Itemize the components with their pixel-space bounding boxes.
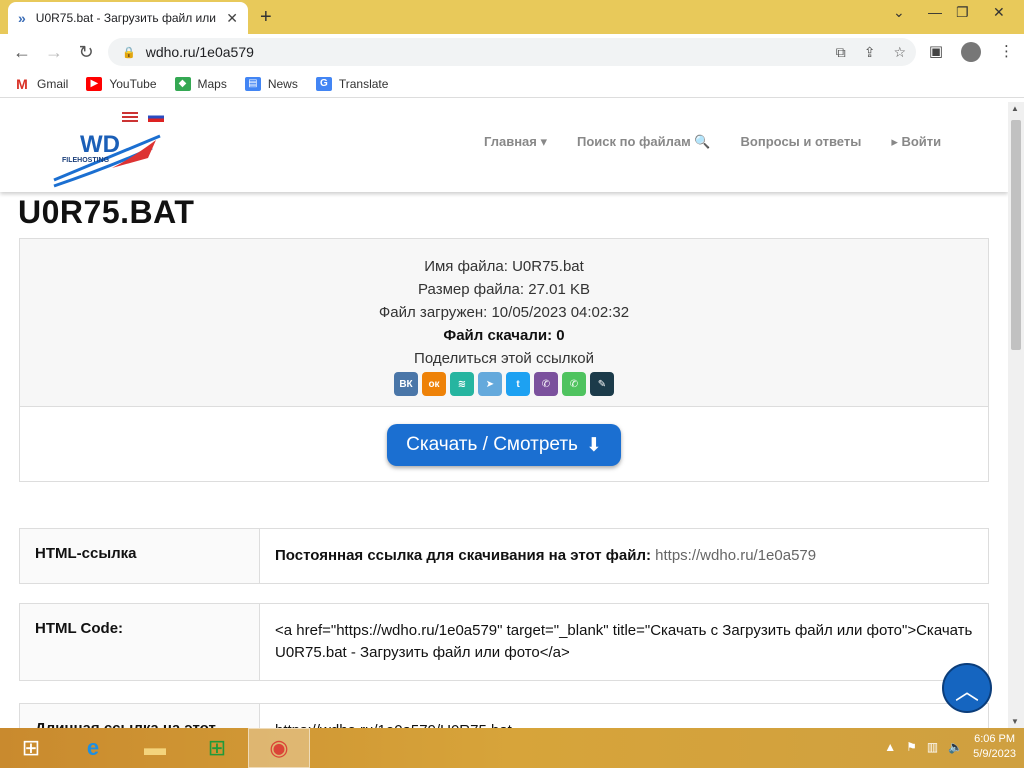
file-name-value: U0R75.bat [512,258,584,275]
bookmark-translate[interactable]: G Translate [315,76,388,91]
url-text: wdho.ru/1e0a579 [145,44,254,60]
profile-avatar[interactable] [961,42,981,62]
whatsapp-share-icon[interactable]: ✆ [562,372,586,396]
long-link-row: Длинная ссылка на этот https://wdho.ru/1… [19,703,989,728]
bookmark-news[interactable]: ▤ News [244,76,298,91]
youtube-icon: ▶ [86,76,103,91]
html-link-row: HTML-ссылка Постоянная ссылка для скачив… [19,528,989,584]
scroll-down-arrow-icon[interactable]: ▼ [1011,717,1019,726]
web-page: WD FILEHOSTING Главная ▾ Поиск по файлам… [0,102,1008,728]
translate-bookmark-icon: G [315,76,332,91]
lock-icon[interactable]: 🔒 [122,46,136,59]
gmail-icon: M [16,75,28,92]
volume-muted-icon[interactable]: 🔈 [948,740,963,754]
vk-share-icon[interactable]: ВК [394,372,418,396]
address-bar[interactable]: 🔒 wdho.ru/1e0a579 ⧉ ⇪ ☆ [108,38,916,66]
page-title: U0R75.BAT [18,194,195,230]
upload-date-label: Файл загружен: [378,304,488,321]
nav-login[interactable]: ▸ Войти [891,134,941,150]
translate-icon[interactable]: ⧉ [836,44,846,61]
system-tray: ▲ ⚑ ▥ 🔈 6:06 PM 5/9/2023 [884,732,1016,762]
file-size-value: 27.01 KB [528,281,590,298]
close-window-button[interactable]: ✕ [993,4,1005,21]
twitter-share-icon[interactable]: t [506,372,530,396]
long-link-value[interactable]: https://wdho.ru/1e0a579/U0R75.bat [260,704,988,728]
viber-share-icon[interactable]: ✆ [534,372,558,396]
close-tab-icon[interactable]: ✕ [226,10,238,27]
svg-text:FILEHOSTING: FILEHOSTING [62,157,110,164]
file-name-label: Имя файла: [424,258,508,275]
html-link-description: Постоянная ссылка для скачивания на этот… [275,547,651,564]
scroll-up-arrow-icon[interactable]: ▲ [1011,104,1019,113]
windows-taskbar: ⊞ e ▬ ⊞ ◉ ▲ ⚑ ▥ 🔈 6:06 PM 5/9/2023 [0,728,1024,768]
windows-start-icon[interactable]: ⊞ [0,728,62,768]
nav-faq[interactable]: Вопросы и ответы [741,134,862,150]
nav-home[interactable]: Главная ▾ [484,134,547,150]
site-favicon-icon: » [18,10,26,26]
browser-toolbar: ← → ↻ 🔒 wdho.ru/1e0a579 ⧉ ⇪ ☆ ▣ ⋮ [0,34,1024,70]
long-link-label: Длинная ссылка на этот [20,704,260,728]
russian-flag-icon[interactable] [148,112,164,122]
site-header: WD FILEHOSTING Главная ▾ Поиск по файлам… [0,102,1008,192]
nav-file-search[interactable]: Поиск по файлам 🔍 [577,134,711,150]
store-icon[interactable]: ⊞ [186,728,248,768]
wd-filehosting-logo[interactable]: WD FILEHOSTING [52,128,162,190]
moikrug-share-icon[interactable]: ≋ [450,372,474,396]
scrollbar-thumb[interactable] [1011,120,1021,350]
html-code-row: HTML Code: <a href="https://wdho.ru/1e0a… [19,603,989,681]
tab-search-icon[interactable]: ⌄ [893,4,905,21]
restore-button[interactable]: ❐ [956,4,969,21]
file-info-card: Имя файла: U0R75.bat Размер файла: 27.01… [19,238,989,482]
file-explorer-icon[interactable]: ▬ [124,728,186,768]
odnoklassniki-share-icon[interactable]: ок [422,372,446,396]
maps-icon: ◆ [174,76,191,91]
new-tab-button[interactable]: + [260,6,272,29]
active-tab[interactable]: » U0R75.bat - Загрузить файл или ✕ [8,2,248,34]
telegram-share-icon[interactable]: ➤ [478,372,502,396]
html-code-value[interactable]: <a href="https://wdho.ru/1e0a579" target… [260,604,988,680]
share-icon[interactable]: ⇪ [864,44,876,61]
forward-icon[interactable]: → [38,42,70,63]
bookmarks-bar: M Gmail ▶ YouTube ◆ Maps ▤ News G Translate [0,70,1024,98]
menu-icon[interactable]: ⋮ [999,42,1014,62]
download-button[interactable]: Скачать / Смотреть ⬇ [387,424,621,466]
page-scrollbar[interactable]: ▲ ▼ [1008,102,1024,728]
html-code-label: HTML Code: [20,604,260,680]
network-icon[interactable]: ▥ [927,740,938,754]
news-icon: ▤ [244,76,261,91]
side-panel-icon[interactable]: ▣ [929,42,943,62]
bookmark-youtube[interactable]: ▶ YouTube [86,76,157,91]
bookmark-maps[interactable]: ◆ Maps [174,76,227,91]
download-count: Файл скачали: 0 [443,327,565,344]
clock-time: 6:06 PM [974,733,1016,745]
share-label: Поделиться этой ссылкой [414,350,594,367]
back-icon[interactable]: ← [6,42,38,63]
bookmark-star-icon[interactable]: ☆ [893,44,906,61]
minimize-button[interactable]: — [928,4,942,20]
reload-icon[interactable]: ↻ [70,42,102,63]
html-link-url[interactable]: https://wdho.ru/1e0a579 [655,547,816,564]
copy-link-icon[interactable]: ✎ [590,372,614,396]
chevron-up-icon: ︿ [955,677,979,705]
chrome-taskbar-icon[interactable]: ◉ [248,728,310,768]
svg-text:WD: WD [80,131,120,158]
share-buttons: ВК ок ≋ ➤ t ✆ ✆ ✎ [20,372,988,396]
download-icon: ⬇ [585,434,602,456]
action-center-flag-icon[interactable]: ⚑ [906,740,917,754]
clock-date: 5/9/2023 [973,748,1016,760]
english-flag-icon[interactable] [122,112,138,122]
tab-title: U0R75.bat - Загрузить файл или [35,11,216,25]
html-link-label: HTML-ссылка [20,529,260,583]
file-size-label: Размер файла: [418,281,525,298]
bookmark-gmail[interactable]: M Gmail [14,75,68,92]
tray-arrow-icon[interactable]: ▲ [884,740,896,754]
internet-explorer-icon[interactable]: e [62,728,124,768]
scroll-to-top-button[interactable]: ︿ [942,663,992,713]
browser-title-bar: » U0R75.bat - Загрузить файл или ✕ + ⌄ —… [0,0,1024,34]
upload-date-value: 10/05/2023 04:02:32 [491,304,630,321]
clock[interactable]: 6:06 PM 5/9/2023 [973,732,1016,762]
